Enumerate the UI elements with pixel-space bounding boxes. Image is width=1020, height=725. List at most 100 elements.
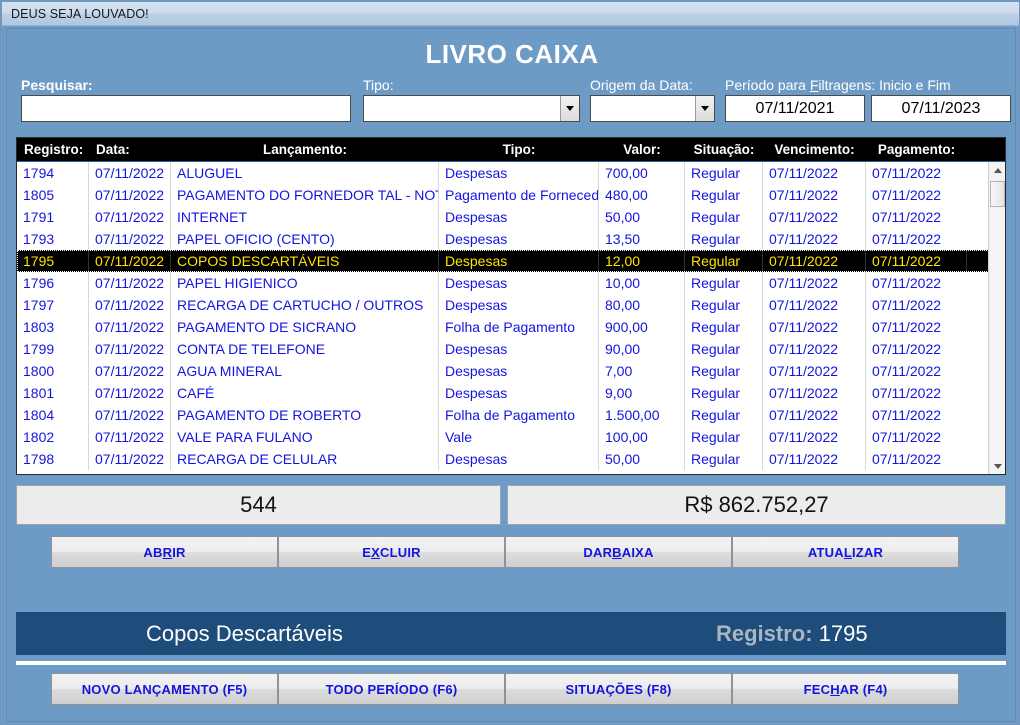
cell-situacao: Regular [685,404,763,426]
tipo-select[interactable] [363,95,580,122]
cell-registro: 1804 [17,404,89,426]
atualizar-button[interactable]: ATUA L IZAR [732,536,959,568]
grid-vertical-scrollbar[interactable] [988,162,1005,474]
cell-tipo: Despesas [439,162,599,184]
chevron-down-icon[interactable] [560,96,579,121]
cell-registro: 1805 [17,184,89,206]
cell-lancamento: PAGAMENTO DE SICRANO [171,316,439,338]
situacoes-button[interactable]: SITUAÇÕES (F8) [505,673,732,705]
table-row[interactable]: 1799 07/11/2022 CONTA DE TELEFONE Despesas 9… [17,338,1005,360]
table-row[interactable]: 1797 07/11/2022 RECARGA DE CARTUCHO / OUTR… [17,294,1005,316]
cell-situacao: Regular [685,316,763,338]
cell-tipo: Folha de Pagamento [439,316,599,338]
cell-vencimento: 07/11/2022 [763,426,866,448]
cell-data: 07/11/2022 [89,404,171,426]
cell-registro: 1795 [17,250,89,272]
cell-registro: 1791 [17,206,89,228]
table-row[interactable]: 1798 07/11/2022 RECARGA DE CELULAR Despesas… [17,448,1005,470]
cell-lancamento: ALUGUEL [171,162,439,184]
main-panel: LIVRO CAIXA Pesquisar: Tipo: Origem da D… [6,28,1016,722]
cell-situacao: Regular [685,426,763,448]
registro-label: Registro: [716,620,819,646]
cell-tipo: Despesas [439,272,599,294]
cell-tipo: Despesas [439,338,599,360]
cell-valor: 90,00 [599,338,685,360]
todo-periodo-button[interactable]: TODO PERÍODO (F6) [278,673,505,705]
origem-select[interactable] [590,95,715,122]
cell-valor: 50,00 [599,448,685,470]
cell-pagamento: 07/11/2022 [872,187,942,203]
cell-vencimento: 07/11/2022 [763,316,866,338]
cell-situacao: Regular [685,184,763,206]
cell-vencimento: 07/11/2022 [763,382,866,404]
cell-lancamento: AGUA MINERAL [171,360,439,382]
table-row[interactable]: 1791 07/11/2022 INTERNET Despesas 50,00 Regul… [17,206,1005,228]
search-input[interactable] [21,95,351,122]
cell-valor: 10,00 [599,272,685,294]
table-row[interactable]: 1794 07/11/2022 ALUGUEL Despesas 700,00 Regul… [17,162,1005,184]
grid-body: 1794 07/11/2022 ALUGUEL Despesas 700,00 Regul… [17,162,1005,474]
chevron-down-icon[interactable] [695,96,714,121]
cell-valor: 480,00 [599,184,685,206]
grid-col-lancamento[interactable]: Lançamento: [171,142,439,157]
cell-tipo: Pagamento de Fornecedores [439,184,599,206]
scrollbar-thumb[interactable] [990,181,1005,207]
selected-record-registro: Registro: 1795 [716,621,868,647]
cell-vencimento: 07/11/2022 [763,360,866,382]
table-row[interactable]: 1796 07/11/2022 PAPEL HIGIENICO Despesas 10,… [17,272,1005,294]
cell-pagamento: 07/11/2022 [872,319,942,335]
grid-col-data[interactable]: Data: [89,142,171,157]
table-row[interactable]: 1800 07/11/2022 AGUA MINERAL Despesas 7,00 Re… [17,360,1005,382]
grid-col-registro[interactable]: Registro: [17,142,89,157]
cell-vencimento: 07/11/2022 [763,162,866,184]
grid-col-vencimento[interactable]: Vencimento: [763,142,866,157]
tipo-label: Tipo: [363,77,394,93]
cell-registro: 1799 [17,338,89,360]
cell-data: 07/11/2022 [89,448,171,470]
cell-pagamento: 07/11/2022 [872,297,942,313]
abrir-button[interactable]: AB R IR [51,536,278,568]
grid-col-pagamento[interactable]: Pagamento: [866,142,967,157]
cell-registro: 1793 [17,228,89,250]
table-row[interactable]: 1802 07/11/2022 VALE PARA FULANO Vale 100,00… [17,426,1005,448]
cell-lancamento: RECARGA DE CARTUCHO / OUTROS [171,294,439,316]
cell-data: 07/11/2022 [89,250,171,272]
novo-lancamento-button[interactable]: NOVO LANÇAMENTO (F5) [51,673,278,705]
cell-tipo: Vale [439,426,599,448]
cell-pagamento: 07/11/2022 [872,451,942,467]
table-row[interactable]: 1793 07/11/2022 PAPEL OFICIO (CENTO) Despes… [17,228,1005,250]
table-row[interactable]: 1801 07/11/2022 CAFÉ Despesas 9,00 Regular 07/… [17,382,1005,404]
scroll-up-icon[interactable] [989,162,1005,179]
cell-valor: 80,00 [599,294,685,316]
cell-lancamento: PAGAMENTO DO FORNEDOR TAL - NOTA [171,184,439,206]
periodo-label: Período para Filtragens: Inicio e Fim [725,77,951,93]
cell-situacao: Regular [685,250,763,272]
table-row[interactable]: 1803 07/11/2022 PAGAMENTO DE SICRANO Folha … [17,316,1005,338]
dar-baixa-button[interactable]: DAR B AIXA [505,536,732,568]
transactions-grid[interactable]: Registro: Data: Lançamento: Tipo: Valor:… [16,137,1006,475]
cell-lancamento: PAGAMENTO DE ROBERTO [171,404,439,426]
cell-data: 07/11/2022 [89,206,171,228]
fechar-button[interactable]: FEC H AR (F4) [732,673,959,705]
table-row[interactable]: 1804 07/11/2022 PAGAMENTO DE ROBERTO Folha … [17,404,1005,426]
cell-registro: 1803 [17,316,89,338]
cell-data: 07/11/2022 [89,316,171,338]
cell-data: 07/11/2022 [89,426,171,448]
date-end-input[interactable] [871,95,1011,122]
table-row[interactable]: 1795 07/11/2022 COPOS DESCARTÁVEIS Despesas… [17,250,1005,272]
cell-valor: 9,00 [599,382,685,404]
cell-valor: 700,00 [599,162,685,184]
cell-lancamento: RECARGA DE CELULAR [171,448,439,470]
scroll-down-icon[interactable] [989,458,1005,474]
cell-vencimento: 07/11/2022 [763,228,866,250]
grid-col-situacao[interactable]: Situação: [685,142,763,157]
excluir-button[interactable]: E X CLUIR [278,536,505,568]
cell-situacao: Regular [685,382,763,404]
grid-col-tipo[interactable]: Tipo: [439,142,599,157]
search-label: Pesquisar: [21,77,93,93]
cell-registro: 1796 [17,272,89,294]
table-row[interactable]: 1805 07/11/2022 PAGAMENTO DO FORNEDOR TAL … [17,184,1005,206]
cell-vencimento: 07/11/2022 [763,294,866,316]
grid-col-valor[interactable]: Valor: [599,142,685,157]
date-start-input[interactable] [725,95,865,122]
